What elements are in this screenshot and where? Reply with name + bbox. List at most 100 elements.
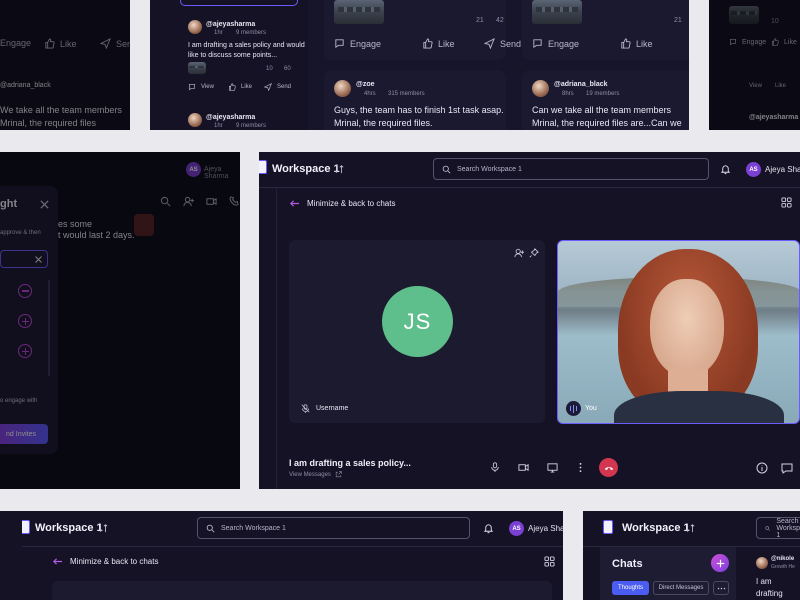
view-label: View [201,84,214,90]
info-icon[interactable] [756,462,768,474]
switch-workspace-icon[interactable] [98,523,108,533]
more-tabs-button[interactable] [713,581,729,595]
person-face [650,279,724,377]
invite-search-input[interactable] [0,250,48,268]
post-card: 21 42 Engage Like Send [324,0,521,60]
send-label: Send [116,38,130,49]
send-invites-label: nd Invites [6,430,36,438]
self-video-tile[interactable]: You [557,240,800,424]
clear-icon[interactable] [34,255,43,264]
like-button[interactable]: Like [771,38,797,46]
hang-up-icon [604,466,613,470]
remote-participant-tile[interactable]: JS Username [289,240,545,423]
view-messages-label: View Messages [289,471,331,478]
back-to-chats-link[interactable]: Minimize & back to chats [52,556,158,567]
send-button[interactable]: Send [100,38,130,49]
tab-direct-messages[interactable]: Direct Messages [653,581,709,595]
post-text: I am drafting a sales policy and would l… [188,42,305,59]
self-label: You [585,405,597,412]
feed-tile-top-center: 21 42 Engage Like Send 21 Engage Like @z… [308,0,689,130]
add-invite-button[interactable] [18,344,32,358]
add-user-icon[interactable] [183,196,194,207]
video-icon[interactable] [206,196,217,207]
close-icon [39,199,49,209]
camera-icon[interactable] [518,462,529,473]
add-invite-button[interactable] [18,314,32,328]
avatar [188,20,202,34]
engage-label: Engage [548,38,580,49]
new-chat-button[interactable] [711,554,729,572]
engage-button[interactable]: Engage [532,38,579,49]
view-icon [189,84,195,91]
workspace-title[interactable]: Workspace 1 [622,522,690,534]
like-button[interactable]: Like [775,83,786,89]
close-button[interactable] [38,198,50,210]
remove-invite-button[interactable] [18,284,32,298]
engage-button[interactable]: Engage [334,38,381,49]
post-text: Can we take all the team members Mrinal,… [532,105,682,128]
chats-title: Chats [612,558,643,570]
engage-button[interactable]: Engage [729,38,766,46]
like-count: 60 [284,66,291,72]
search-placeholder: Search Workspace 1 [457,165,522,173]
tab-thoughts[interactable]: Thoughts [612,581,649,595]
search-placeholder: Search Workspace 1 [776,517,800,539]
user-avatar[interactable]: AS [746,162,761,177]
bell-icon[interactable] [483,523,494,534]
switch-workspace-icon[interactable] [334,164,344,174]
chats-panel: Chats Thoughts Direct Messages [600,547,736,600]
microphone-icon[interactable] [490,462,500,472]
search-input[interactable]: Search Workspace 1 [756,517,800,539]
engage-button[interactable]: Engage [0,38,31,48]
send-icon [484,38,495,49]
grid-layout-icon[interactable] [781,197,792,208]
post-card: @adriana_black 8hrs 19 members Can we ta… [522,70,689,130]
post-members: 19 members [586,91,620,97]
mic-muted-icon [301,404,310,413]
view-button[interactable]: View [188,83,214,91]
invite-panel: ght approve & then o engage with nd Invi… [0,186,58,454]
chat-bubble-icon [730,39,736,46]
screen-share-icon[interactable] [547,462,558,473]
grid-layout-icon[interactable] [544,556,555,567]
add-participant-icon[interactable] [514,248,524,258]
post-card: @zoe 4hrs 315 members Guys, the team has… [324,70,506,130]
chat-icon[interactable] [781,462,793,474]
search-icon [442,165,451,174]
pin-icon[interactable] [529,248,539,258]
end-call-button[interactable] [599,458,618,477]
workspace-title[interactable]: Workspace 1 [272,163,340,175]
send-button[interactable]: Send [264,83,291,91]
send-button[interactable]: Send [484,38,521,49]
workspace-title[interactable]: Workspace 1 [35,522,103,534]
switch-workspace-icon[interactable] [685,523,695,533]
more-options-icon[interactable] [575,462,586,473]
bottom-left-sliver [0,511,22,600]
search-input[interactable]: Search Workspace 1 [433,158,709,180]
like-button[interactable]: Like [44,38,77,49]
back-label: Minimize & back to chats [307,199,396,208]
back-to-chats-link[interactable]: Minimize & back to chats [289,198,395,209]
user-name: Ajeya Shar [528,524,563,533]
phone-icon[interactable] [229,196,240,207]
more-horizontal-icon [717,587,725,589]
post-image [729,6,759,24]
user-avatar[interactable]: AS [186,162,201,177]
like-button[interactable]: Like [620,38,653,49]
view-button[interactable]: View [749,83,762,89]
post-image [532,0,582,24]
search-input[interactable]: Search Workspace 1 [197,517,470,539]
view-messages-link[interactable]: View Messages [289,471,342,478]
search-icon[interactable] [160,196,171,207]
like-button[interactable]: Like [422,38,455,49]
remote-avatar: JS [382,286,453,357]
like-button[interactable]: Like [228,83,252,91]
comment-count: 10 [266,66,273,72]
approve-text: approve & then [0,230,41,236]
back-arrow-icon [289,200,300,207]
bell-icon[interactable] [720,164,731,175]
engage-text: o engage with [0,398,38,404]
send-invites-button[interactable]: nd Invites [0,424,48,444]
user-avatar[interactable]: AS [509,521,524,536]
user-name: Ajeya Sharma [204,166,229,180]
